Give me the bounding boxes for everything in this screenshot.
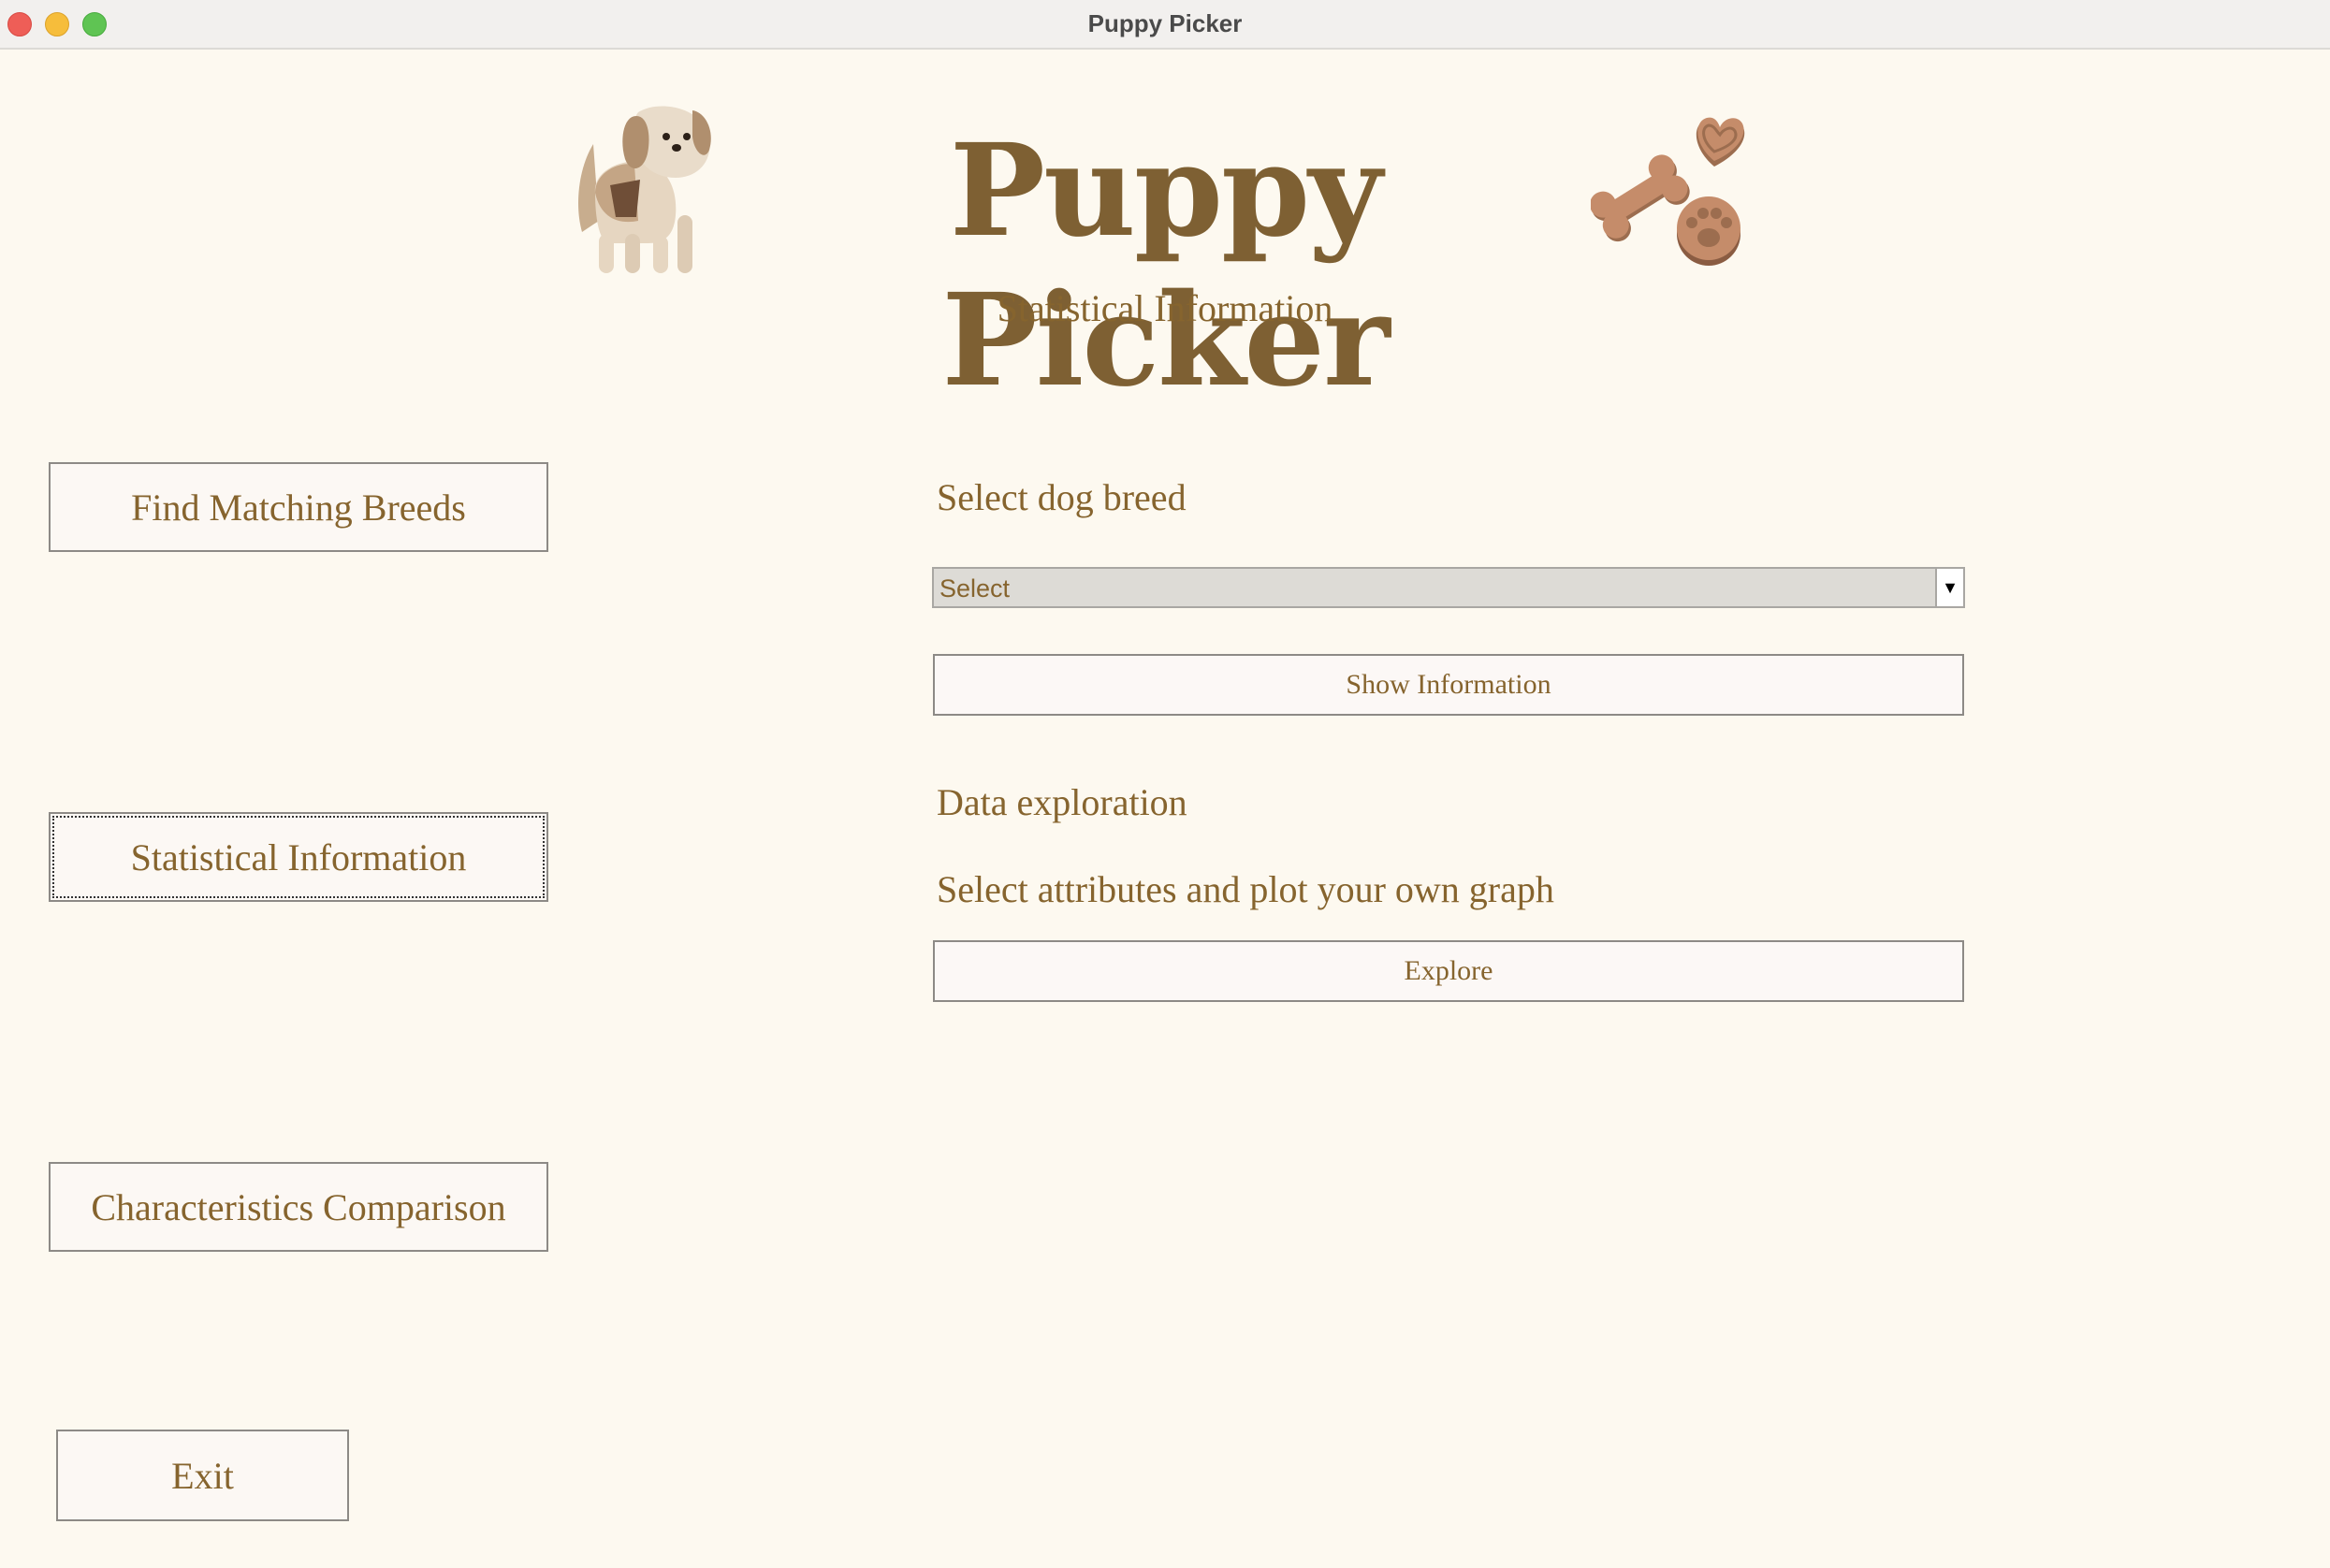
window-titlebar: Puppy Picker	[0, 0, 2330, 50]
data-exploration-description: Select attributes and plot your own grap…	[937, 868, 1554, 910]
paw-cookie-icon	[1677, 196, 1740, 266]
app-brand-title: Puppy Picker	[941, 116, 1390, 415]
exit-button[interactable]: Exit	[56, 1430, 349, 1521]
window-title: Puppy Picker	[1087, 9, 1243, 37]
data-exploration-heading: Data exploration	[937, 781, 1187, 823]
breed-select-value: Select	[939, 574, 1011, 603]
find-matching-breeds-button[interactable]: Find Matching Breeds	[49, 462, 548, 552]
characteristics-comparison-button[interactable]: Characteristics Comparison	[49, 1162, 548, 1252]
chevron-down-icon[interactable]: ▼	[1935, 569, 1963, 606]
treats-illustration	[1591, 117, 1745, 266]
page-subtitle: Statistical Information	[997, 287, 1333, 329]
dog-illustration-icon	[578, 106, 711, 273]
statistical-information-button[interactable]: Statistical Information	[49, 812, 548, 902]
show-information-button[interactable]: Show Information	[933, 654, 1964, 716]
explore-button[interactable]: Explore	[933, 940, 1964, 1002]
breed-select-label: Select dog breed	[937, 476, 1187, 518]
heart-cookie-icon	[1696, 117, 1745, 167]
breed-select-dropdown[interactable]: Select ▼	[932, 567, 1965, 608]
